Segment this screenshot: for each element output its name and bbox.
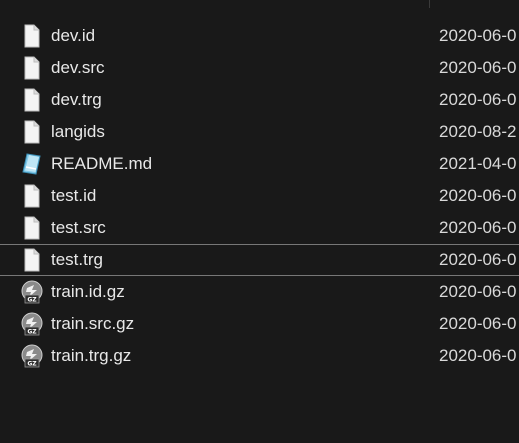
file-name: test.src [51,218,106,237]
file-name: train.src.gz [51,314,135,333]
file-date-modified: 2020-06-0 [439,218,517,237]
file-date-modified: 2020-06-0 [439,26,517,45]
column-divider[interactable] [429,0,430,8]
file-name: train.id.gz [51,282,125,301]
file-name: dev.id [51,26,96,45]
file-date-modified: 2021-04-0 [439,154,517,173]
file-name: langids [51,122,105,141]
file-date-modified: 2020-06-0 [439,90,517,109]
svg-text:GZ: GZ [27,297,37,304]
file-date-modified: 2020-06-0 [439,250,517,269]
file-row[interactable]: dev.src 2020-06-0 [0,52,519,84]
file-row[interactable]: test.id 2020-06-0 [0,180,519,212]
blank-file-icon [21,216,43,240]
file-date-modified: 2020-06-0 [439,186,517,205]
file-date-modified: 2020-06-0 [439,346,517,365]
file-name: train.trg.gz [51,346,132,365]
file-row[interactable]: GZ train.trg.gz 2020-06-0 [0,340,519,372]
markdown-file-icon [21,152,43,176]
file-row[interactable]: GZ train.id.gz 2020-06-0 [0,276,519,308]
file-list: dev.id 2020-06-0 dev.src 2020-06-0 dev.trg 20… [0,20,519,372]
file-row[interactable]: test.src 2020-06-0 [0,212,519,244]
file-name: test.id [51,186,97,205]
file-name: dev.src [51,58,105,77]
file-date-modified: 2020-06-0 [439,282,517,301]
blank-file-icon [21,248,43,272]
file-date-modified: 2020-08-2 [439,122,517,141]
file-row[interactable]: langids 2020-08-2 [0,116,519,148]
blank-file-icon [21,56,43,80]
blank-file-icon [21,24,43,48]
file-row[interactable]: test.trg 2020-06-0 [0,244,519,276]
svg-text:GZ: GZ [27,329,37,336]
file-row[interactable]: dev.trg 2020-06-0 [0,84,519,116]
file-date-modified: 2020-06-0 [439,58,517,77]
blank-file-icon [21,120,43,144]
file-row[interactable]: GZ train.src.gz 2020-06-0 [0,308,519,340]
gz-archive-icon: GZ [21,312,43,336]
svg-text:GZ: GZ [27,361,37,368]
file-row[interactable]: dev.id 2020-06-0 [0,20,519,52]
blank-file-icon [21,88,43,112]
file-date-modified: 2020-06-0 [439,314,517,333]
file-explorer: dev.id 2020-06-0 dev.src 2020-06-0 dev.trg 20… [0,0,519,443]
blank-file-icon [21,184,43,208]
file-row[interactable]: README.md 2021-04-0 [0,148,519,180]
file-name: dev.trg [51,90,102,109]
gz-archive-icon: GZ [21,344,43,368]
file-name: README.md [51,154,153,173]
file-name: test.trg [51,250,103,269]
gz-archive-icon: GZ [21,280,43,304]
